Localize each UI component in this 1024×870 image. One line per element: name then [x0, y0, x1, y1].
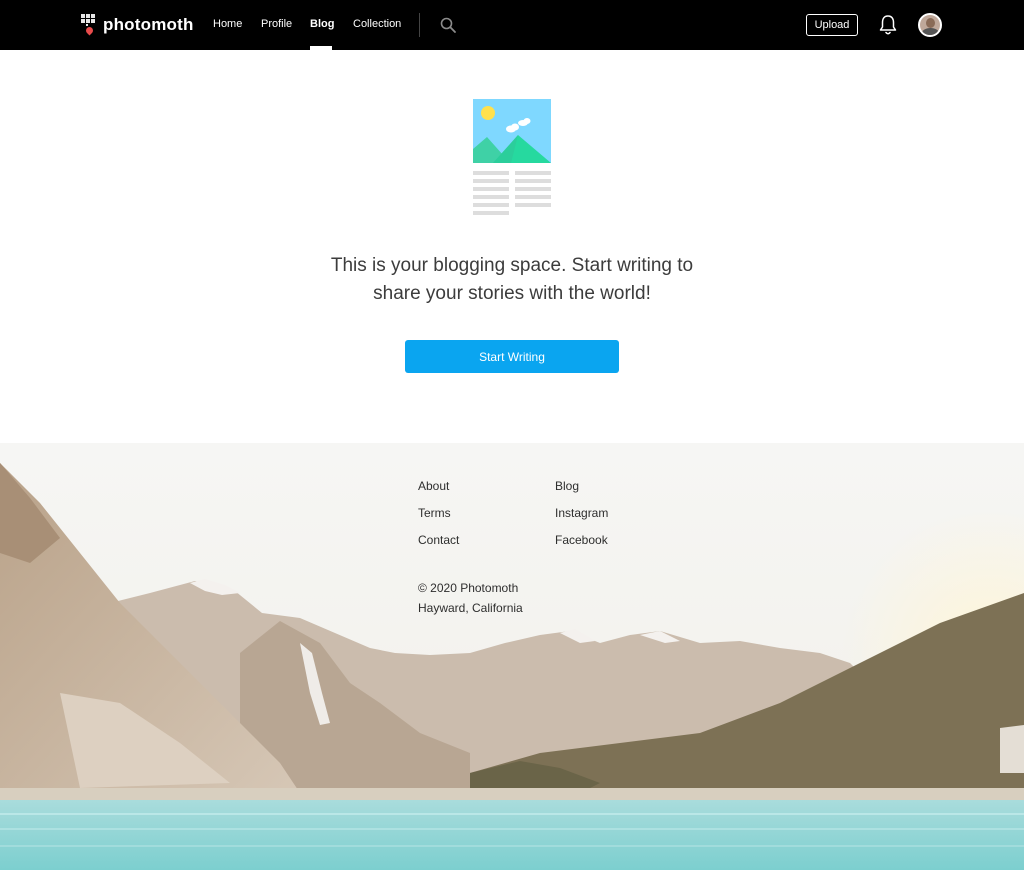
start-writing-button[interactable]: Start Writing [405, 340, 619, 373]
footer-link-terms[interactable]: Terms [418, 506, 451, 520]
bell-icon[interactable] [878, 14, 898, 36]
footer-link-about[interactable]: About [418, 479, 449, 493]
mountain-lake-background [0, 443, 1024, 870]
photomoth-logo-icon [81, 14, 97, 36]
footer-link-contact[interactable]: Contact [418, 533, 459, 547]
active-tab-indicator [310, 46, 332, 50]
nav-divider [419, 13, 420, 37]
footer-link-blog[interactable]: Blog [555, 479, 579, 493]
footer-link-facebook[interactable]: Facebook [555, 533, 608, 547]
blog-placeholder-illustration [473, 99, 551, 215]
footer-link-instagram[interactable]: Instagram [555, 506, 608, 520]
user-avatar[interactable] [918, 13, 942, 37]
blog-empty-message: This is your blogging space. Start writi… [312, 252, 712, 308]
brand-name: photomoth [103, 15, 194, 34]
nav-link-home[interactable]: Home [213, 18, 242, 30]
top-nav: photomoth Home Profile Blog Collection U… [0, 0, 1024, 50]
footer-location: Hayward, California [418, 601, 523, 615]
message-line-1: This is your blogging space. Start writi… [330, 255, 694, 276]
footer: About Terms Contact Blog Instagram Faceb… [0, 443, 1024, 870]
nav-link-profile[interactable]: Profile [261, 18, 292, 30]
search-icon[interactable] [439, 16, 457, 34]
footer-copyright: © 2020 Photomoth [418, 581, 519, 595]
upload-button[interactable]: Upload [806, 14, 858, 36]
nav-link-blog[interactable]: Blog [310, 18, 334, 30]
message-line-2: share your stories with the world! [373, 283, 651, 304]
nav-link-collection[interactable]: Collection [353, 18, 401, 30]
brand-logo[interactable]: photomoth [81, 13, 194, 37]
